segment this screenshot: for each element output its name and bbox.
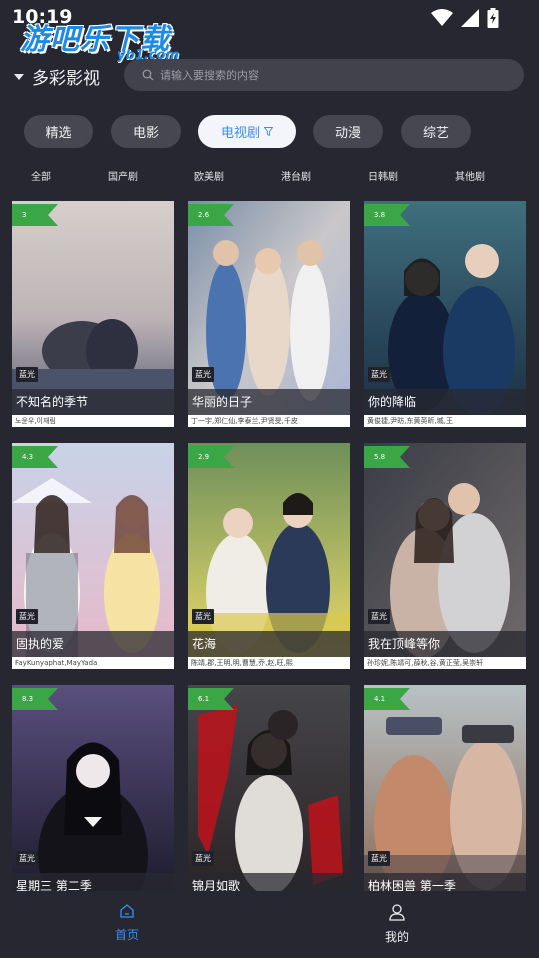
filter-jp-kr[interactable]: 日韩剧 [368,168,398,183]
quality-badge: 蓝光 [368,609,390,624]
quality-badge: 蓝光 [368,851,390,866]
series-title: 固执的爱 [12,631,174,657]
region-filter: 全部 国产剧 欧美剧 港台剧 日韩剧 其他剧 [0,168,539,184]
rating-badge: 3 [12,204,58,226]
rating-value: 4.1 [374,695,386,703]
rating-badge: 5.8 [364,446,410,468]
poster-image [364,443,526,657]
poster-image [12,201,174,415]
tab-variety[interactable]: 综艺 [401,115,471,148]
tab-label: 精选 [45,126,72,141]
rating-badge: 2.6 [188,204,234,226]
series-card[interactable]: 5.8 蓝光 我在顶峰等你 孙珍妮,陈靖可,薛秋,谷,黄正莹,吴崇轩 [364,443,526,673]
quality-badge: 蓝光 [16,609,38,624]
wifi-icon [431,9,453,26]
series-card[interactable]: 3 蓝光 不知名的季节 노윤우,이재림 [12,201,174,431]
user-icon [389,904,405,921]
filter-western[interactable]: 欧美剧 [194,168,224,183]
series-grid: 3 蓝光 不知名的季节 노윤우,이재림 2.6 蓝光 华丽的日子 丁一宇,郑仁仙… [12,201,527,891]
series-cast: 黄俊捷,尹昉,东黄英昕,城,王 [364,415,526,427]
home-icon [120,904,134,918]
series-cast: 노윤우,이재림 [12,415,174,427]
tab-tv-series[interactable]: 电视剧 [198,115,296,148]
rating-badge: 8.3 [12,688,58,710]
series-card[interactable]: 4.1 蓝光 柏林困兽 第一季 [364,685,526,891]
series-title: 锦月如歌 [188,873,350,891]
series-card[interactable]: 8.3 蓝光 星期三 第二季 [12,685,174,891]
rating-value: 8.3 [22,695,34,703]
nav-mine[interactable]: 我的 [367,903,427,945]
poster-image [188,443,350,657]
series-title: 星期三 第二季 [12,873,174,891]
bottom-nav: 首页 我的 [0,891,539,958]
site-name: 多彩影视 [32,69,100,89]
rating-badge: 6.1 [188,688,234,710]
series-cast: 陈靖,郡,王明,明,曹慧,乔,赵,旺,熙 [188,657,350,669]
rating-badge: 4.1 [364,688,410,710]
quality-badge: 蓝光 [192,851,214,866]
quality-badge: 蓝光 [192,367,214,382]
quality-badge: 蓝光 [16,367,38,382]
filter-hk-tw[interactable]: 港台剧 [281,168,311,183]
site-selector[interactable]: 多彩影视 [14,64,100,89]
filter-other[interactable]: 其他剧 [455,168,485,183]
series-card[interactable]: 2.6 蓝光 华丽的日子 丁一宇,郑仁仙,李泰兰,尹贤旻,千皮 [188,201,350,431]
rating-value: 3 [22,211,27,219]
tab-label: 电影 [132,126,159,141]
series-card[interactable]: 2.9 蓝光 花海 陈靖,郡,王明,明,曹慧,乔,赵,旺,熙 [188,443,350,673]
category-tabs: 精选 电影 电视剧 动漫 综艺 [0,115,539,149]
quality-badge: 蓝光 [16,851,38,866]
rating-value: 6.1 [198,695,210,703]
caret-down-icon [14,73,24,80]
series-card[interactable]: 4.3 蓝光 固执的爱 FayKunyaphat,MayYada [12,443,174,673]
filter-icon [264,127,273,136]
series-card[interactable]: 3.8 蓝光 你的降临 黄俊捷,尹昉,东黄英昕,城,王 [364,201,526,431]
rating-badge: 4.3 [12,446,58,468]
series-cast: FayKunyaphat,MayYada [12,657,174,669]
search-input[interactable] [160,68,480,82]
series-title: 我在顶峰等你 [364,631,526,657]
poster-image [188,201,350,415]
nav-home-label: 首页 [114,928,139,942]
series-title: 花海 [188,631,350,657]
status-icons [431,8,499,28]
poster-image [364,201,526,415]
tab-movie[interactable]: 电影 [111,115,181,148]
tab-label: 综艺 [422,126,449,141]
series-card[interactable]: 6.1 蓝光 锦月如歌 [188,685,350,891]
poster-image [12,443,174,657]
series-title: 不知名的季节 [12,389,174,415]
battery-icon [487,8,499,28]
search-box[interactable] [124,59,524,91]
rating-value: 2.9 [198,453,210,461]
series-title: 华丽的日子 [188,389,350,415]
rating-value: 5.8 [374,453,386,461]
tab-featured[interactable]: 精选 [24,115,93,148]
rating-value: 2.6 [198,211,210,219]
tab-label: 电视剧 [220,126,260,141]
rating-value: 4.3 [22,453,34,461]
series-title: 你的降临 [364,389,526,415]
filter-domestic[interactable]: 国产剧 [108,168,138,183]
header: 多彩影视 [0,58,539,92]
search-icon [142,69,154,81]
quality-badge: 蓝光 [368,367,390,382]
nav-mine-label: 我的 [384,930,409,944]
rating-badge: 2.9 [188,446,234,468]
tab-label: 动漫 [334,126,361,141]
filter-all[interactable]: 全部 [31,168,51,183]
nav-home[interactable]: 首页 [97,903,157,943]
rating-badge: 3.8 [364,204,410,226]
series-cast: 丁一宇,郑仁仙,李泰兰,尹贤旻,千皮 [188,415,350,427]
quality-badge: 蓝光 [192,609,214,624]
series-cast: 孙珍妮,陈靖可,薛秋,谷,黄正莹,吴崇轩 [364,657,526,669]
series-title: 柏林困兽 第一季 [364,873,526,891]
signal-icon [461,9,479,27]
tab-anime[interactable]: 动漫 [313,115,383,148]
rating-value: 3.8 [374,211,386,219]
